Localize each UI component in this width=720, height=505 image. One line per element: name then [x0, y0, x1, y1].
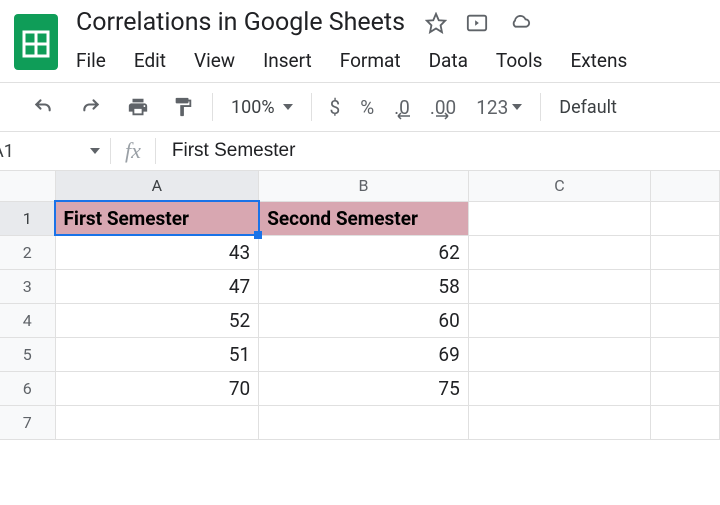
cell-D4[interactable]: [651, 303, 720, 337]
star-icon[interactable]: [425, 12, 447, 34]
cell-A1-value: First Semester: [64, 207, 189, 230]
cell-B1[interactable]: Second Semester: [259, 201, 469, 235]
menu-bar: File Edit View Insert Format Data Tools …: [76, 45, 720, 82]
cell-D5[interactable]: [651, 337, 720, 371]
cell-C5[interactable]: [468, 337, 650, 371]
cell-C6[interactable]: [468, 371, 650, 405]
formula-input[interactable]: [172, 140, 720, 162]
more-formats-label: 123: [476, 96, 508, 119]
cloud-status-icon[interactable]: [507, 12, 533, 34]
cell-A3[interactable]: 47: [55, 269, 259, 303]
more-formats-dropdown[interactable]: 123: [476, 96, 522, 119]
zoom-dropdown[interactable]: 100%: [231, 97, 293, 118]
menu-edit[interactable]: Edit: [134, 45, 180, 82]
move-icon[interactable]: [465, 12, 489, 34]
row-header-3[interactable]: 3: [0, 269, 55, 303]
chevron-down-icon: [90, 148, 100, 154]
column-header-B[interactable]: B: [259, 171, 469, 201]
row-header-7[interactable]: 7: [0, 405, 55, 439]
name-box[interactable]: A1: [0, 141, 110, 162]
format-currency-button[interactable]: $: [330, 96, 341, 119]
fx-icon: fx: [111, 138, 155, 164]
cell-A1[interactable]: First Semester: [55, 201, 259, 235]
redo-icon[interactable]: [78, 97, 104, 117]
zoom-value: 100%: [231, 97, 275, 118]
cell-C3[interactable]: [468, 269, 650, 303]
menu-extensions[interactable]: Extens: [570, 45, 641, 82]
decrease-decimal-button[interactable]: .0: [394, 96, 410, 119]
spreadsheet-grid[interactable]: A B C 1 First Semester Second Semester 2…: [0, 171, 720, 440]
menu-insert[interactable]: Insert: [263, 45, 326, 82]
formula-bar: A1 fx: [0, 131, 720, 171]
cell-B2[interactable]: 62: [259, 235, 469, 269]
row-header-4[interactable]: 4: [0, 303, 55, 337]
menu-format[interactable]: Format: [340, 45, 415, 82]
cell-B5[interactable]: 69: [259, 337, 469, 371]
row-header-2[interactable]: 2: [0, 235, 55, 269]
cell-D3[interactable]: [651, 269, 720, 303]
cell-A5[interactable]: 51: [55, 337, 259, 371]
format-percent-button[interactable]: %: [360, 96, 374, 119]
column-header-C[interactable]: C: [468, 171, 650, 201]
cell-B3[interactable]: 58: [259, 269, 469, 303]
document-title[interactable]: Correlations in Google Sheets: [76, 8, 405, 37]
cell-C1[interactable]: [468, 201, 650, 235]
row-header-6[interactable]: 6: [0, 371, 55, 405]
cell-D6[interactable]: [651, 371, 720, 405]
print-icon[interactable]: [126, 96, 150, 118]
select-all-corner[interactable]: [0, 171, 55, 201]
selection-handle[interactable]: [254, 231, 262, 239]
cell-A2[interactable]: 43: [55, 235, 259, 269]
cell-D1[interactable]: [651, 201, 720, 235]
cell-A7[interactable]: [55, 405, 259, 439]
paint-format-icon[interactable]: [172, 95, 194, 119]
cell-C7[interactable]: [468, 405, 650, 439]
menu-view[interactable]: View: [194, 45, 249, 82]
cell-A4[interactable]: 52: [55, 303, 259, 337]
chevron-down-icon: [283, 104, 293, 110]
cell-D7[interactable]: [651, 405, 720, 439]
undo-icon[interactable]: [30, 97, 56, 117]
cell-D2[interactable]: [651, 235, 720, 269]
cell-B7[interactable]: [259, 405, 469, 439]
increase-decimal-button[interactable]: .00: [430, 96, 456, 119]
font-family-dropdown[interactable]: Default: [559, 97, 617, 118]
active-cell-ref: A1: [0, 141, 14, 162]
cell-C2[interactable]: [468, 235, 650, 269]
menu-file[interactable]: File: [76, 45, 120, 82]
cell-B4[interactable]: 60: [259, 303, 469, 337]
chevron-down-icon: [512, 104, 522, 110]
cell-B6[interactable]: 75: [259, 371, 469, 405]
column-header-A[interactable]: A: [55, 171, 259, 201]
menu-data[interactable]: Data: [429, 45, 482, 82]
cell-C4[interactable]: [468, 303, 650, 337]
row-header-1[interactable]: 1: [0, 201, 55, 235]
column-header-D[interactable]: [651, 171, 720, 201]
toolbar: 100% $ % .0 .00 123 Default: [0, 83, 720, 131]
menu-tools[interactable]: Tools: [496, 45, 557, 82]
row-header-5[interactable]: 5: [0, 337, 55, 371]
sheets-logo-icon[interactable]: [14, 14, 58, 70]
cell-A6[interactable]: 70: [55, 371, 259, 405]
